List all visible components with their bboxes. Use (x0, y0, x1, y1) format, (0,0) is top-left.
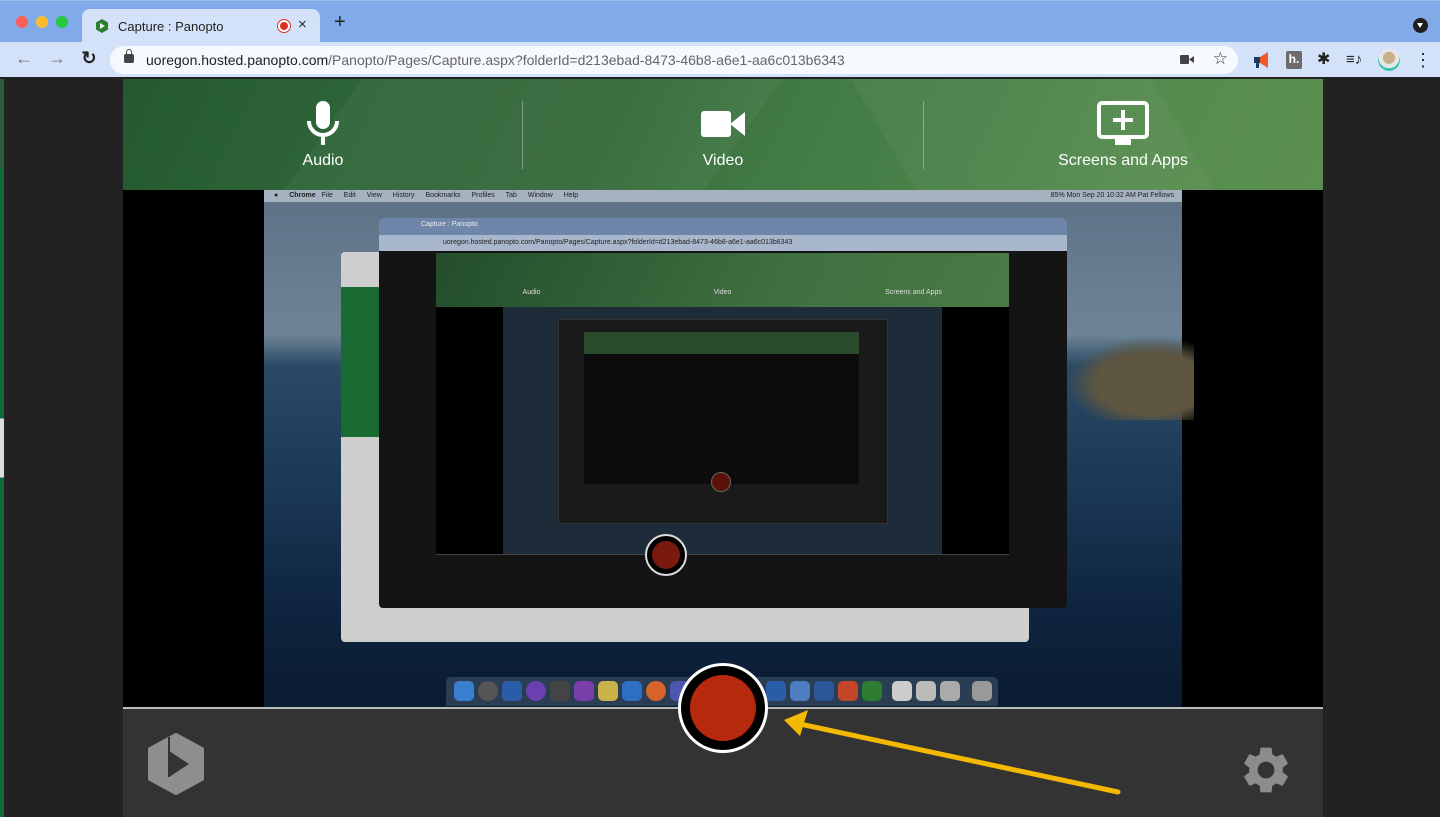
camera-in-use-icon[interactable] (1180, 54, 1194, 65)
extensions-puzzle-icon[interactable]: ✱ (1317, 51, 1335, 69)
source-video-button[interactable]: Video (523, 79, 923, 190)
stickies-icon (598, 681, 618, 701)
siri-icon (526, 681, 546, 701)
source-audio-label: Audio (302, 152, 344, 169)
word-icon (814, 681, 834, 701)
record-button[interactable] (678, 663, 768, 753)
window-zoom-button[interactable] (56, 16, 68, 28)
back-button[interactable]: ← (12, 48, 36, 69)
media-playlist-icon[interactable]: ≡♪ (1346, 51, 1364, 69)
new-tab-button[interactable]: + (334, 12, 346, 32)
browser-toolbar: ← → ↻ uoregon.hosted.panopto.com/Panopto… (0, 42, 1440, 78)
nested-desktop (503, 307, 942, 554)
launchpad-icon (478, 681, 498, 701)
app-store-icon (502, 681, 522, 701)
tab-search-icon[interactable] (1413, 18, 1428, 33)
more-menu-icon[interactable]: ⋮ (1414, 51, 1432, 69)
screenshot-icon (916, 681, 936, 701)
mac-menu-item: Tab (505, 192, 517, 199)
mac-menu-item: Profiles (471, 192, 495, 199)
panopto-dock-icon (862, 681, 882, 701)
nested-tab-strip: Capture : Panopto (379, 218, 1067, 235)
url-host: uoregon.hosted.panopto.com (146, 52, 329, 68)
nested-capture-window: Capture : Panopto uoregon.hosted.panopto… (379, 218, 1067, 608)
zoom-app-icon (766, 681, 786, 701)
mac-menu-item: File (321, 192, 333, 199)
hypothesis-icon[interactable]: h. (1286, 51, 1302, 69)
source-screens-label: Screens and Apps (1058, 152, 1188, 169)
mac-menu-item: Help (563, 192, 579, 199)
lock-icon[interactable] (124, 49, 134, 63)
mac-menu-bar: ● Chrome File Edit View History Bookmark… (264, 190, 1182, 202)
page-content: Audio Video Screens and Apps ● Chrome Fi… (0, 79, 1440, 817)
screenshot-icon (940, 681, 960, 701)
source-audio-button[interactable]: Audio (123, 79, 523, 190)
mac-menu-item: Edit (343, 192, 356, 199)
mac-menu-item: Window (527, 192, 553, 199)
finder-icon (454, 681, 474, 701)
source-screens-button[interactable]: Screens and Apps (923, 79, 1323, 190)
url-text[interactable]: uoregon.hosted.panopto.com/Panopto/Pages… (146, 52, 845, 68)
mac-menu-left: ● Chrome File Edit View History Bookmark… (274, 190, 587, 202)
reload-button[interactable]: ↻ (77, 48, 101, 69)
panopto-favicon-icon (96, 19, 108, 33)
background-green-panel (341, 287, 381, 437)
background-window-edge (0, 79, 4, 817)
browser-window: Capture : Panopto × + ← → ↻ uoregon.host… (0, 0, 1440, 817)
gear-icon[interactable] (1238, 742, 1294, 798)
address-bar[interactable]: uoregon.hosted.panopto.com/Panopto/Pages… (110, 46, 1238, 74)
panopto-logo-icon[interactable] (147, 733, 205, 795)
record-icon (690, 675, 756, 741)
source-selector-bar: Audio Video Screens and Apps (123, 79, 1323, 190)
add-screen-icon (1097, 101, 1149, 145)
captured-desktop: ● Chrome File Edit View History Bookmark… (264, 190, 1194, 707)
microphone-icon (307, 101, 339, 145)
nested-source-bar: Audio Video Screens and Apps (436, 253, 1009, 307)
tab-capture-panopto[interactable]: Capture : Panopto × (82, 9, 320, 43)
tab-close-button[interactable]: × (298, 16, 307, 33)
nested-record-icon (645, 534, 687, 576)
mac-menu-item: View (366, 192, 382, 199)
recursive-preview (584, 354, 859, 484)
tab-strip: Capture : Panopto × + (0, 0, 1440, 43)
recursive-source-bar (584, 332, 859, 354)
snagit-icon (790, 681, 810, 701)
screen-preview: ● Chrome File Edit View History Bookmark… (123, 190, 1323, 707)
nested-preview (436, 307, 1009, 554)
nested-source-label: Screens and Apps (885, 289, 942, 296)
megaphone-icon[interactable] (1252, 51, 1272, 69)
wallpaper-island (1054, 330, 1194, 420)
mac-menu-item: Bookmarks (425, 192, 461, 199)
yammer-icon (622, 681, 642, 701)
profile-avatar[interactable] (1378, 49, 1400, 71)
recursive-capture (558, 319, 888, 524)
onenote-icon (574, 681, 594, 701)
mac-menu-status: 85% Mon Sep 20 10:32 AM Pat Fellows (1050, 192, 1174, 199)
bookmark-star-icon[interactable]: ☆ (1213, 49, 1228, 69)
trash-icon (972, 681, 992, 701)
video-camera-icon (701, 111, 745, 137)
recursive-record-icon (711, 472, 731, 492)
system-preferences-icon (550, 681, 570, 701)
window-minimize-button[interactable] (36, 16, 48, 28)
nested-controls (436, 554, 1009, 608)
window-close-button[interactable] (16, 16, 28, 28)
recording-dot-icon (278, 20, 290, 32)
forward-button[interactable]: → (45, 48, 69, 69)
document-icon (892, 681, 912, 701)
mac-menu-item: Chrome (289, 192, 316, 199)
nested-tab-title: Capture : Panopto (421, 221, 478, 228)
firefox-icon (646, 681, 666, 701)
source-video-label: Video (702, 152, 744, 169)
url-path: /Panopto/Pages/Capture.aspx?folderId=d21… (328, 52, 845, 68)
nested-source-label: Audio (522, 289, 541, 296)
nested-address-bar: uoregon.hosted.panopto.com/Panopto/Pages… (379, 235, 1067, 251)
mac-menu-item: History (392, 192, 415, 199)
powerpoint-icon (838, 681, 858, 701)
tab-title: Capture : Panopto (118, 19, 224, 34)
apple-menu-icon: ● (274, 192, 279, 199)
nested-source-label: Video (713, 289, 732, 296)
panopto-capture-app: Audio Video Screens and Apps ● Chrome Fi… (123, 79, 1323, 817)
